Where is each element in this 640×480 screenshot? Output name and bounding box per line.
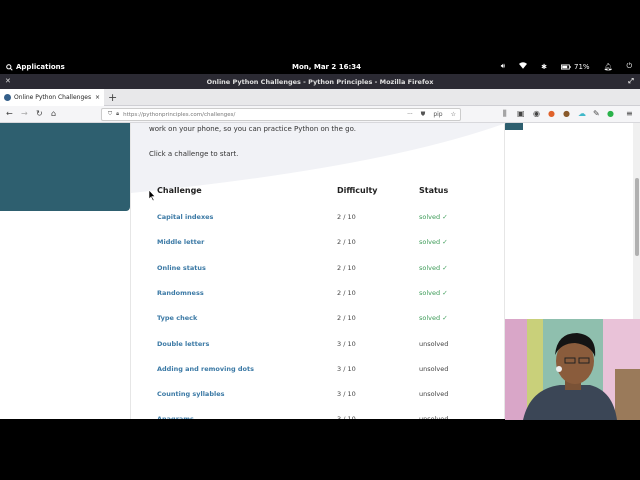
challenge-status: solved ✓ <box>419 314 448 323</box>
scrollbar-thumb[interactable] <box>635 178 639 256</box>
home-button[interactable]: ⌂ <box>51 109 56 118</box>
intro-text-line1: work on your phone, so you can practice … <box>149 125 356 133</box>
forward-button[interactable]: → <box>21 109 28 118</box>
webcam-person-image <box>505 319 640 420</box>
challenge-difficulty: 2 / 10 <box>337 288 356 297</box>
tab-online-python-challenges[interactable]: Online Python Challenges - P × <box>0 89 104 106</box>
wave-background <box>131 123 506 193</box>
challenge-status: unsolved <box>419 390 449 399</box>
challenge-link[interactable]: Online status <box>157 264 206 272</box>
column-header-difficulty: Difficulty <box>337 186 378 195</box>
sidebar-icon[interactable]: ▣ <box>517 109 525 118</box>
maximize-icon[interactable]: ⤢ <box>628 77 634 86</box>
challenge-row: Adding and removing dots 3 / 10 unsolved <box>131 365 506 390</box>
bookmark-star-icon[interactable]: ☆ <box>451 111 460 118</box>
challenge-link[interactable]: Counting syllables <box>157 390 224 398</box>
wifi-icon[interactable] <box>519 62 528 71</box>
challenge-difficulty: 3 / 10 <box>337 339 356 348</box>
challenge-difficulty: 2 / 10 <box>337 314 356 323</box>
bell-icon[interactable]: 🔔︎ <box>604 63 613 71</box>
lock-icon[interactable]: 🔒︎ <box>116 111 119 118</box>
url-bar[interactable]: ⛉ 🔒︎ https://pythonprinciples.com/challe… <box>101 108 461 121</box>
webcam-overlay <box>505 319 640 420</box>
grammarly-icon[interactable]: ● <box>607 109 614 118</box>
challenge-link[interactable]: Adding and removing dots <box>157 365 254 373</box>
tab-close-icon[interactable]: × <box>95 94 100 101</box>
challenge-row: Capital indexes 2 / 10 solved ✓ <box>131 213 506 238</box>
challenge-link[interactable]: Type check <box>157 314 197 322</box>
challenge-link[interactable]: Double letters <box>157 340 209 348</box>
search-icon <box>6 63 13 71</box>
challenge-row: Middle letter 2 / 10 solved ✓ <box>131 238 506 263</box>
battery-indicator[interactable]: 71% <box>561 63 590 71</box>
challenge-link[interactable]: Randomness <box>157 289 204 297</box>
eyedropper-icon[interactable]: ✎ <box>593 109 600 118</box>
challenges-panel: work on your phone, so you can practice … <box>130 123 506 419</box>
challenge-row: Double letters 3 / 10 unsolved <box>131 340 506 365</box>
challenge-status: unsolved <box>419 415 448 419</box>
challenge-status: solved ✓ <box>419 238 448 247</box>
column-header-status: Status <box>419 186 449 195</box>
power-icon[interactable]: ⏻ <box>626 62 632 71</box>
clock[interactable]: Mon, Mar 2 16:34 <box>292 63 361 71</box>
pip-button[interactable]: pip <box>433 111 446 118</box>
teal-background-band <box>0 123 130 211</box>
column-header-challenge: Challenge <box>157 186 202 195</box>
challenge-row: Anagrams 3 / 10 unsolved <box>131 415 506 419</box>
teal-background-corner <box>505 123 523 130</box>
window-title: Online Python Challenges - Python Princi… <box>206 78 434 86</box>
screen: Applications Mon, Mar 2 16:34 🔊︎ ✱ 71% 🔔… <box>0 0 640 480</box>
battery-icon <box>561 64 571 69</box>
applications-menu[interactable]: Applications <box>6 63 65 71</box>
intro-text-line2: Click a challenge to start. <box>149 150 239 158</box>
cloud-icon[interactable]: ☁ <box>578 109 586 118</box>
challenge-status: solved ✓ <box>419 263 448 272</box>
pocket-icon[interactable]: ⛊ <box>421 111 430 119</box>
url-text[interactable]: https://pythonprinciples.com/challenges/ <box>123 112 403 118</box>
challenge-status: solved ✓ <box>419 288 448 297</box>
reload-button[interactable]: ↻ <box>36 109 43 118</box>
window-title-bar: ✕ Online Python Challenges - Python Prin… <box>0 74 640 89</box>
challenge-link[interactable]: Capital indexes <box>157 213 213 221</box>
bluetooth-icon[interactable]: ✱ <box>541 63 547 71</box>
challenge-difficulty: 2 / 10 <box>337 263 356 272</box>
challenge-row: Randomness 2 / 10 solved ✓ <box>131 289 506 314</box>
challenge-status: unsolved <box>419 339 449 348</box>
mouse-cursor-icon <box>149 190 156 201</box>
challenge-difficulty: 3 / 10 <box>337 390 356 399</box>
challenge-difficulty: 3 / 10 <box>337 415 356 419</box>
new-tab-button[interactable]: + <box>108 91 117 104</box>
applications-label: Applications <box>16 63 65 71</box>
tab-bar: Online Python Challenges - P × + <box>0 89 640 106</box>
challenge-difficulty: 2 / 10 <box>337 238 356 247</box>
library-icon[interactable]: ⫼ <box>503 109 507 119</box>
battery-percent: 71% <box>574 62 590 71</box>
challenge-status: solved ✓ <box>419 213 448 221</box>
challenge-row: Online status 2 / 10 solved ✓ <box>131 264 506 289</box>
volume-icon[interactable]: 🔊︎ <box>501 62 505 71</box>
challenge-difficulty: 3 / 10 <box>337 364 356 373</box>
back-button[interactable]: ← <box>6 109 13 118</box>
challenge-link[interactable]: Middle letter <box>157 238 204 246</box>
challenge-difficulty: 2 / 10 <box>337 213 356 221</box>
favicon-icon <box>4 94 11 101</box>
shield-icon[interactable]: ⛉ <box>108 111 112 118</box>
system-top-bar: Applications Mon, Mar 2 16:34 🔊︎ ✱ 71% 🔔… <box>0 60 640 74</box>
tab-title: Online Python Challenges - P <box>14 94 92 101</box>
account-icon[interactable]: ◉ <box>533 109 540 118</box>
challenge-row: Counting syllables 3 / 10 unsolved <box>131 390 506 415</box>
extension-cookie-icon[interactable]: ● <box>563 109 570 118</box>
extension-orange-icon[interactable]: ● <box>548 109 555 118</box>
page-actions-button[interactable]: ··· <box>407 111 417 118</box>
challenge-status: unsolved <box>419 364 449 373</box>
navigation-toolbar: ← → ↻ ⌂ ⛉ 🔒︎ https://pythonprinciples.co… <box>0 106 640 123</box>
challenge-link[interactable]: Anagrams <box>157 415 194 419</box>
challenge-row: Type check 2 / 10 solved ✓ <box>131 314 506 339</box>
menu-icon[interactable]: ≡ <box>626 109 633 118</box>
system-tray[interactable]: 🔊︎ ✱ 71% 🔔︎ ⏻ <box>501 62 632 71</box>
